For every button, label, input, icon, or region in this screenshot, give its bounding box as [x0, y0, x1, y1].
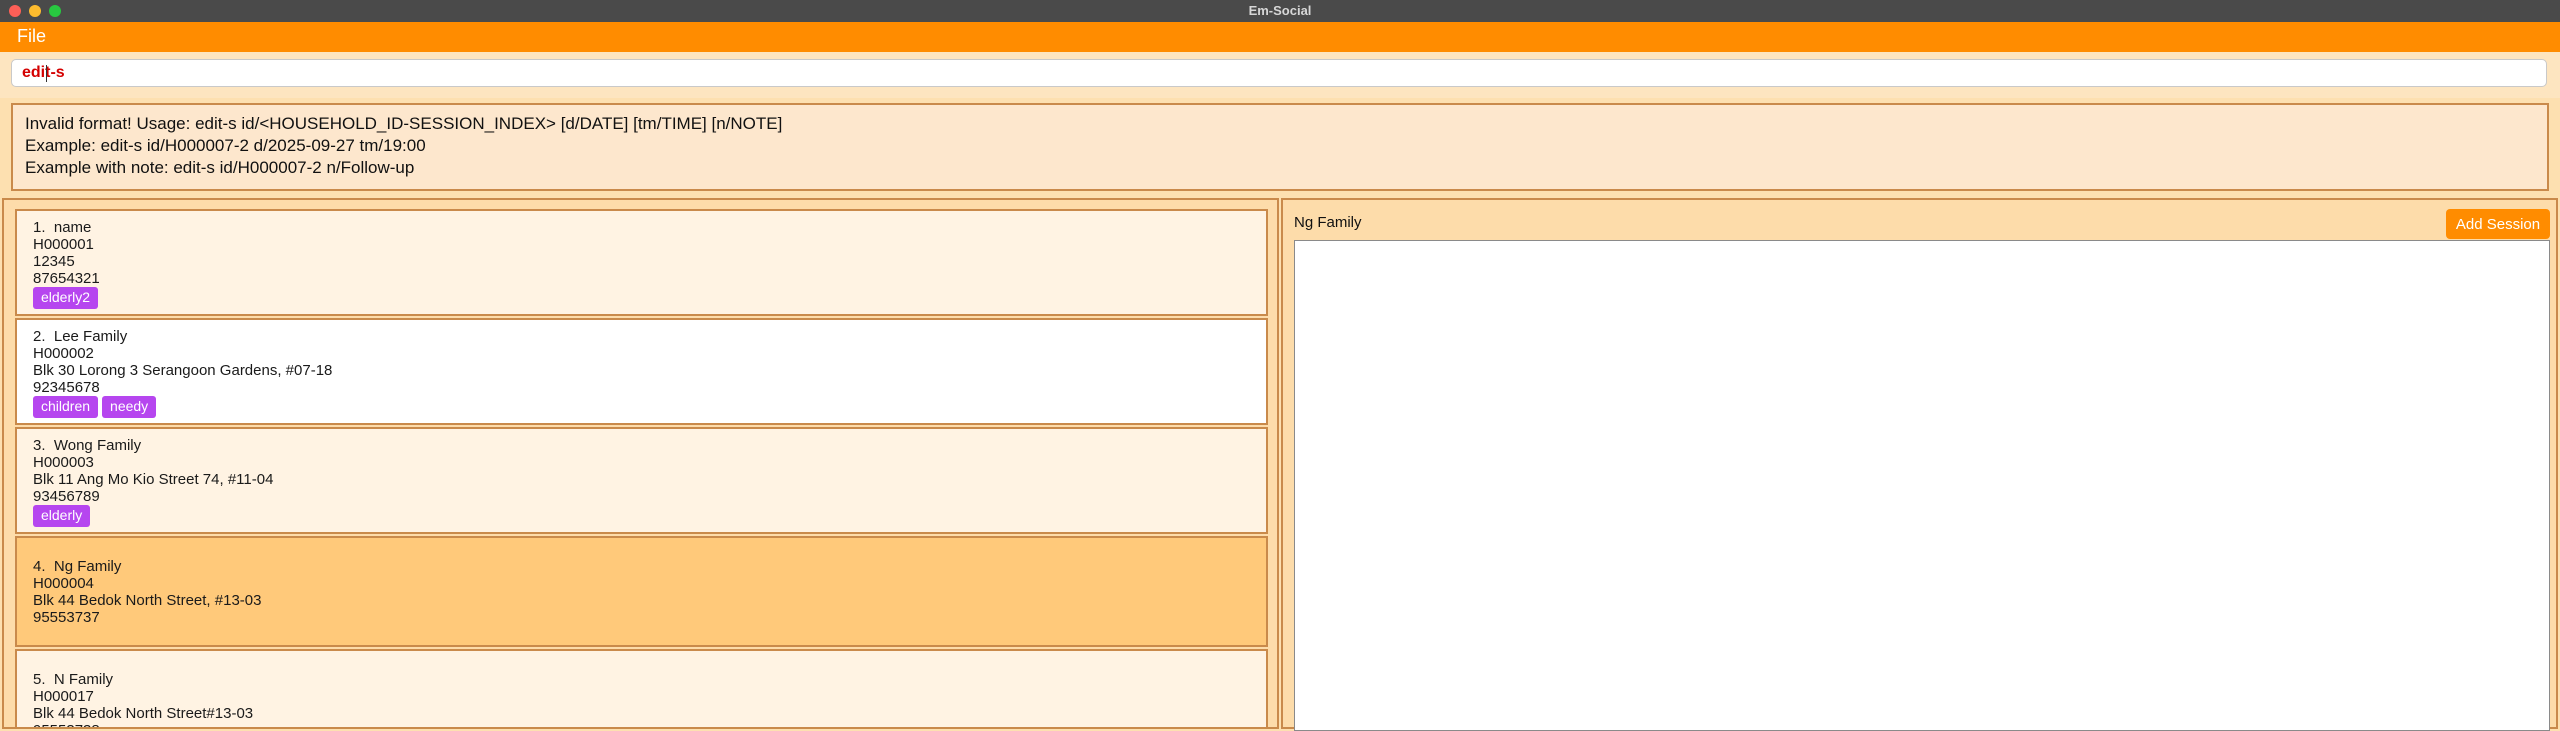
household-name: 5. N Family	[33, 671, 113, 688]
household-card[interactable]: 5. N Family H000017 Blk 44 Bedok North S…	[15, 649, 1268, 727]
household-list-panel[interactable]: 1. name H000001 12345 87654321 elderly2 …	[2, 198, 1279, 729]
household-address: Blk 44 Bedok North Street#13-03	[33, 705, 254, 722]
household-name-text: Wong Family	[53, 437, 142, 454]
household-address: 12345	[33, 253, 75, 270]
household-id: H000017	[33, 688, 94, 705]
household-phone: 95553738	[33, 722, 100, 727]
household-name: 4. Ng Family	[33, 558, 121, 575]
household-tags: elderly2	[33, 287, 99, 309]
household-phone: 92345678	[33, 379, 100, 396]
household-phone: 87654321	[33, 270, 100, 287]
household-name-text: N Family	[53, 671, 114, 688]
file-menu[interactable]: File	[17, 26, 46, 47]
tag-badge: children	[33, 396, 99, 418]
household-index: 4.	[33, 558, 46, 575]
session-list-area[interactable]	[1294, 240, 2550, 731]
household-name-text: Ng Family	[53, 558, 122, 575]
household-index: 1.	[33, 219, 46, 236]
household-id: H000001	[33, 236, 94, 253]
household-name-text: Lee Family	[53, 328, 128, 345]
household-card[interactable]: 1. name H000001 12345 87654321 elderly2	[15, 209, 1268, 316]
result-line: Example: edit-s id/H000007-2 d/2025-09-2…	[25, 136, 426, 155]
household-address: Blk 30 Lorong 3 Serangoon Gardens, #07-1…	[33, 362, 333, 379]
household-name: 1. name	[33, 219, 91, 236]
menu-bar: File	[0, 22, 2560, 52]
household-detail-panel: Ng Family Add Session	[1281, 198, 2558, 731]
tag-badge: elderly	[33, 505, 91, 527]
tag-badge: needy	[102, 396, 157, 418]
result-line: Invalid format! Usage: edit-s id/<HOUSEH…	[25, 114, 783, 133]
household-index: 5.	[33, 671, 46, 688]
household-phone: 93456789	[33, 488, 100, 505]
household-tags: elderly	[33, 505, 91, 527]
household-index: 3.	[33, 437, 46, 454]
household-index: 2.	[33, 328, 46, 345]
detail-title: Ng Family	[1294, 214, 1362, 231]
household-card[interactable]: 2. Lee Family H000002 Blk 30 Lorong 3 Se…	[15, 318, 1268, 425]
result-line: Example with note: edit-s id/H000007-2 n…	[25, 158, 415, 177]
household-address: Blk 11 Ang Mo Kio Street 74, #11-04	[33, 471, 274, 488]
household-name: 3. Wong Family	[33, 437, 141, 454]
household-phone: 95553737	[33, 609, 100, 626]
add-session-button[interactable]: Add Session	[2446, 209, 2550, 239]
household-id: H000002	[33, 345, 94, 362]
household-card[interactable]: 3. Wong Family H000003 Blk 11 Ang Mo Kio…	[15, 427, 1268, 534]
command-input[interactable]: edit-s	[11, 59, 2547, 87]
household-name-text: name	[53, 219, 92, 236]
text-caret	[46, 65, 47, 82]
household-id: H000003	[33, 454, 94, 471]
household-id: H000004	[33, 575, 94, 592]
household-address: Blk 44 Bedok North Street, #13-03	[33, 592, 262, 609]
result-display: Invalid format! Usage: edit-s id/<HOUSEH…	[11, 103, 2549, 191]
household-tags: children needy	[33, 396, 157, 418]
window-title: Em-Social	[1248, 3, 1312, 18]
household-name: 2. Lee Family	[33, 328, 127, 345]
tag-badge: elderly2	[33, 287, 99, 309]
window-title-bar: Em-Social	[0, 0, 2560, 23]
command-input-text: edit-s	[22, 64, 65, 81]
command-box-container: edit-s	[0, 52, 2560, 98]
household-card-selected[interactable]: 4. Ng Family H000004 Blk 44 Bedok North …	[15, 536, 1268, 647]
